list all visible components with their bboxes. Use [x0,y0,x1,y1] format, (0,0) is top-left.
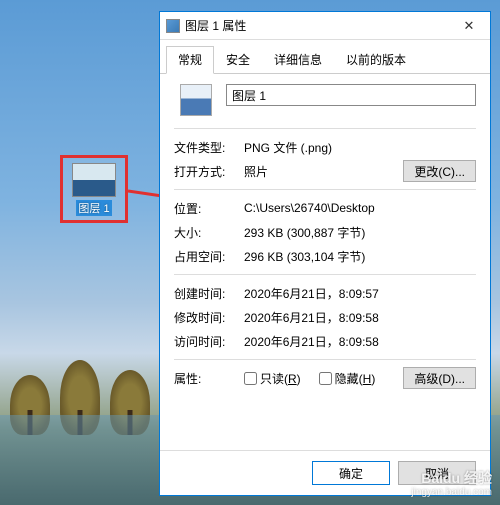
change-button[interactable]: 更改(C)... [403,160,476,182]
sizedisk-label: 占用空间: [174,248,244,265]
created-value: 2020年6月21日，8:09:57 [244,285,476,302]
desktop-file-icon[interactable]: 图层 1 [60,155,128,223]
advanced-button[interactable]: 高级(D)... [403,367,476,389]
tab-general[interactable]: 常规 [166,46,214,74]
tab-bar: 常规 安全 详细信息 以前的版本 [160,40,490,74]
watermark: Baidu 经验 jingyan.baidu.com [411,470,492,499]
hidden-checkbox-input[interactable] [319,372,332,385]
watermark-url: jingyan.baidu.com [411,487,492,499]
file-label: 图层 1 [76,200,111,216]
created-label: 创建时间: [174,285,244,302]
separator [174,274,476,275]
file-type-icon [180,84,212,116]
filename-input[interactable] [226,84,476,106]
close-button[interactable]: ✕ [448,12,490,40]
tab-security[interactable]: 安全 [214,46,262,73]
openwith-value: 照片 [244,163,403,180]
accessed-label: 访问时间: [174,333,244,350]
size-label: 大小: [174,224,244,241]
tab-details[interactable]: 详细信息 [262,46,334,73]
openwith-label: 打开方式: [174,163,244,180]
filetype-label: 文件类型: [174,139,244,156]
title-text: 图层 1 属性 [185,17,448,34]
modified-label: 修改时间: [174,309,244,326]
modified-value: 2020年6月21日，8:09:58 [244,309,476,326]
properties-dialog: 图层 1 属性 ✕ 常规 安全 详细信息 以前的版本 文件类型: PNG 文件 … [159,11,491,496]
sizedisk-value: 296 KB (303,104 字节) [244,248,476,265]
ok-button[interactable]: 确定 [312,461,390,485]
accessed-value: 2020年6月21日，8:09:58 [244,333,476,350]
hidden-checkbox[interactable]: 隐藏(H) [319,370,376,387]
separator [174,359,476,360]
location-value: C:\Users\26740\Desktop [244,201,476,215]
attributes-label: 属性: [174,370,244,387]
watermark-brand: Baidu 经验 [411,470,492,487]
location-label: 位置: [174,200,244,217]
separator [174,189,476,190]
tab-content: 文件类型: PNG 文件 (.png) 打开方式: 照片 更改(C)... 位置… [160,74,490,450]
readonly-checkbox[interactable]: 只读(R) [244,370,301,387]
readonly-checkbox-input[interactable] [244,372,257,385]
file-thumbnail [72,163,116,197]
size-value: 293 KB (300,887 字节) [244,224,476,241]
tab-previous-versions[interactable]: 以前的版本 [334,46,418,73]
separator [174,128,476,129]
desktop-background: 图层 1 图层 1 属性 ✕ 常规 安全 详细信息 以前的版本 文件类型: PN… [0,0,500,505]
title-icon [166,19,180,33]
filetype-value: PNG 文件 (.png) [244,139,476,156]
titlebar: 图层 1 属性 ✕ [160,12,490,40]
